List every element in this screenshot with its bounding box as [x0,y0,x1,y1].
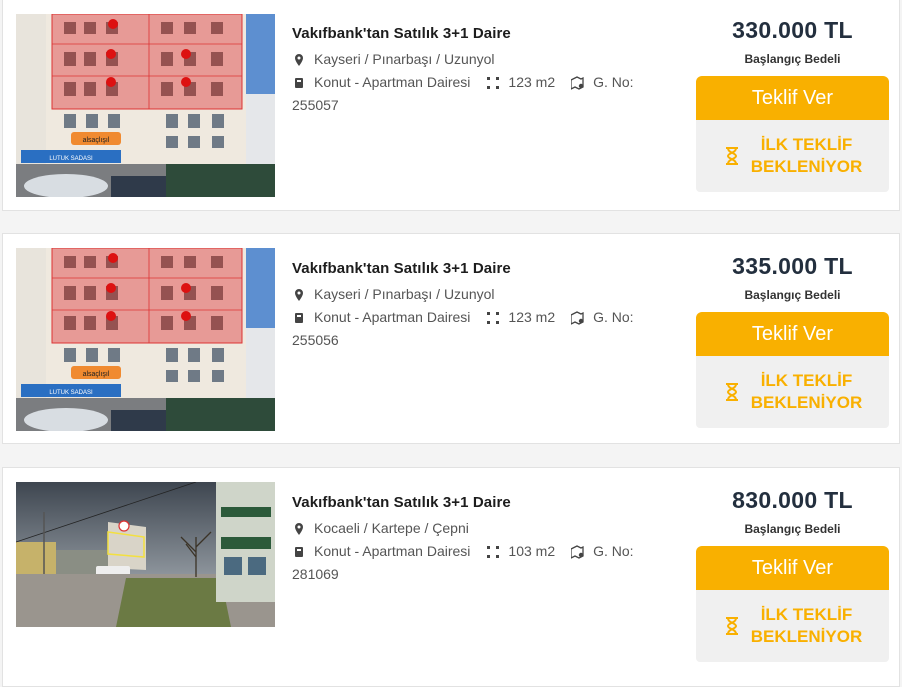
listing-photo[interactable]: alsaçlışıl LUTUK SADASI [16,248,275,431]
listing-photo[interactable] [16,482,275,627]
area-value: 103 m2 [508,543,556,559]
photo-shop: LUTUK SADASI [49,156,93,162]
gno-value: 255056 [292,332,339,348]
status-line-2: BEKLENİYOR [750,157,863,176]
location-pin-icon [292,53,306,67]
hourglass-icon [723,382,741,402]
listing-list: alsaçlışıl LUTUK SADASI Vakıfbank'tan Sa… [0,0,902,687]
hourglass-icon [723,616,741,636]
property-type: Konut - Apartman Dairesi [314,74,471,90]
price-label: Başlangıç Bedeli [744,522,841,536]
map-pin-grid-icon [571,75,585,90]
area-value: 123 m2 [508,74,556,90]
price-label: Başlangıç Bedeli [744,52,841,66]
building-icon [292,545,306,559]
bid-button[interactable]: Teklif Ver [696,546,889,590]
listing-title[interactable]: Vakıfbank'tan Satılık 3+1 Daire [292,260,667,277]
photo-sign: alsaçlışıl [83,371,110,378]
price-column: 830.000 TL Başlangıç Bedeli Teklif Ver İ… [696,485,889,662]
price-value: 335.000 TL [732,253,853,279]
listing-info: Vakıfbank'tan Satılık 3+1 Daire Kocaeli … [292,494,667,586]
area-value: 123 m2 [508,309,556,325]
location-row: Kayseri / Pınarbaşı / Uzunyol [292,48,667,71]
property-type: Konut - Apartman Dairesi [314,309,471,325]
status-box: İLK TEKLİF BEKLENİYOR [696,356,889,428]
listing-card: Vakıfbank'tan Satılık 3+1 Daire Kocaeli … [2,467,900,687]
map-pin-grid-icon [571,310,585,325]
price-label: Başlangıç Bedeli [744,288,841,302]
listing-card: alsaçlışıl LUTUK SADASI Vakıfbank'tan Sa… [2,0,900,211]
gno-value: 281069 [292,566,339,582]
listing-info: Vakıfbank'tan Satılık 3+1 Daire Kayseri … [292,25,667,117]
status-box: İLK TEKLİF BEKLENİYOR [696,120,889,192]
gno-value: 255057 [292,97,339,113]
area-icon [486,545,500,559]
status-box: İLK TEKLİF BEKLENİYOR [696,590,889,662]
price-column: 330.000 TL Başlangıç Bedeli Teklif Ver İ… [696,15,889,192]
status-line-1: İLK TEKLİF [760,605,853,624]
gno-label: G. No: [593,543,634,559]
location-row: Kocaeli / Kartepe / Çepni [292,517,667,540]
status-line-1: İLK TEKLİF [760,371,853,390]
details-row: Konut - Apartman Dairesi 103 m2 G. No: 2… [292,540,667,586]
details-row: Konut - Apartman Dairesi 123 m2 G. No: 2… [292,71,667,117]
listing-info: Vakıfbank'tan Satılık 3+1 Daire Kayseri … [292,260,667,352]
status-line-2: BEKLENİYOR [750,393,863,412]
price-column: 335.000 TL Başlangıç Bedeli Teklif Ver İ… [696,251,889,428]
listing-card: alsaçlışıl LUTUK SADASI Vakıfbank'tan Sa… [2,233,900,444]
bid-button[interactable]: Teklif Ver [696,312,889,356]
listing-title[interactable]: Vakıfbank'tan Satılık 3+1 Daire [292,494,667,511]
details-row: Konut - Apartman Dairesi 123 m2 G. No: 2… [292,306,667,352]
location-text: Kocaeli / Kartepe / Çepni [314,520,469,536]
status-line-1: İLK TEKLİF [760,135,853,154]
photo-shop: LUTUK SADASI [49,390,93,396]
hourglass-icon [723,146,741,166]
location-text: Kayseri / Pınarbaşı / Uzunyol [314,286,495,302]
bid-button[interactable]: Teklif Ver [696,76,889,120]
price-value: 330.000 TL [732,17,853,43]
location-pin-icon [292,288,306,302]
building-icon [292,311,306,325]
listing-photo[interactable]: alsaçlışıl LUTUK SADASI [16,14,275,197]
listing-title[interactable]: Vakıfbank'tan Satılık 3+1 Daire [292,25,667,42]
gno-label: G. No: [593,74,634,90]
photo-sign: alsaçlışıl [83,137,110,144]
building-icon [292,76,306,90]
map-pin-grid-icon [571,544,585,559]
location-row: Kayseri / Pınarbaşı / Uzunyol [292,283,667,306]
location-text: Kayseri / Pınarbaşı / Uzunyol [314,51,495,67]
area-icon [486,76,500,90]
area-icon [486,311,500,325]
property-type: Konut - Apartman Dairesi [314,543,471,559]
gno-label: G. No: [593,309,634,325]
location-pin-icon [292,522,306,536]
status-line-2: BEKLENİYOR [750,627,863,646]
price-value: 830.000 TL [732,487,853,513]
